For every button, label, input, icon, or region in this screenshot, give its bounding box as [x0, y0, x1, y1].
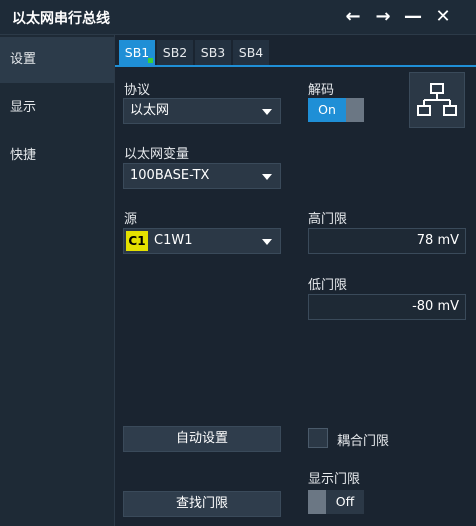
tab-bar: SB1 SB2 SB3 SB4 — [115, 35, 476, 67]
protocol-value: 以太网 — [130, 103, 170, 118]
minimize-icon[interactable]: — — [400, 4, 426, 30]
network-topology-icon[interactable] — [409, 72, 465, 128]
chevron-down-icon — [262, 109, 272, 115]
tab-sb4[interactable]: SB4 — [233, 40, 269, 65]
active-indicator — [148, 58, 153, 63]
couple-threshold-label: 耦合门限 — [337, 434, 390, 449]
sidebar: 设置 显示 快捷 — [0, 35, 115, 526]
close-icon[interactable]: ✕ — [430, 4, 456, 30]
channel-badge: C1 — [126, 231, 148, 251]
show-threshold-toggle[interactable]: Off — [308, 490, 364, 514]
toggle-knob — [308, 490, 326, 514]
tab-sb1[interactable]: SB1 — [119, 40, 155, 65]
show-threshold-label: 显示门限 — [308, 472, 361, 487]
couple-threshold-checkbox[interactable] — [308, 428, 328, 448]
toggle-knob — [346, 98, 364, 122]
chevron-down-icon — [262, 174, 272, 180]
window-title: 以太网串行总线 — [12, 11, 110, 27]
protocol-label: 协议 — [124, 83, 151, 98]
show-threshold-state: Off — [326, 490, 364, 514]
variant-label: 以太网变量 — [124, 147, 190, 162]
back-arrow-icon[interactable]: ← — [340, 4, 366, 30]
low-threshold-label: 低门限 — [308, 278, 348, 293]
forward-arrow-icon[interactable]: → — [370, 4, 396, 30]
source-dropdown[interactable]: C1 C1W1 — [123, 228, 281, 254]
variant-value: 100BASE-TX — [130, 168, 210, 183]
tab-sb2[interactable]: SB2 — [157, 40, 193, 65]
low-threshold-field[interactable]: -80 mV — [308, 294, 466, 320]
auto-setup-button[interactable]: 自动设置 — [123, 426, 281, 452]
decode-toggle[interactable]: On — [308, 98, 364, 122]
high-threshold-label: 高门限 — [308, 212, 348, 227]
source-value: C1W1 — [154, 233, 193, 248]
protocol-dropdown[interactable]: 以太网 — [123, 98, 281, 124]
decode-label: 解码 — [308, 83, 335, 98]
tab-sb3[interactable]: SB3 — [195, 40, 231, 65]
sidebar-item-settings[interactable]: 设置 — [0, 37, 114, 83]
source-label: 源 — [124, 212, 138, 227]
title-bar: 以太网串行总线 ← → — ✕ — [0, 0, 476, 35]
decode-state: On — [308, 98, 346, 122]
main-panel: SB1 SB2 SB3 SB4 协议 以太网 解码 On 以太网变量 100BA… — [115, 35, 476, 526]
variant-dropdown[interactable]: 100BASE-TX — [123, 163, 281, 189]
chevron-down-icon — [262, 239, 272, 245]
find-threshold-button[interactable]: 查找门限 — [123, 491, 281, 517]
sidebar-item-display[interactable]: 显示 — [0, 85, 114, 131]
tab-label: SB1 — [124, 45, 150, 60]
sidebar-item-shortcut[interactable]: 快捷 — [0, 133, 114, 179]
high-threshold-field[interactable]: 78 mV — [308, 228, 466, 254]
